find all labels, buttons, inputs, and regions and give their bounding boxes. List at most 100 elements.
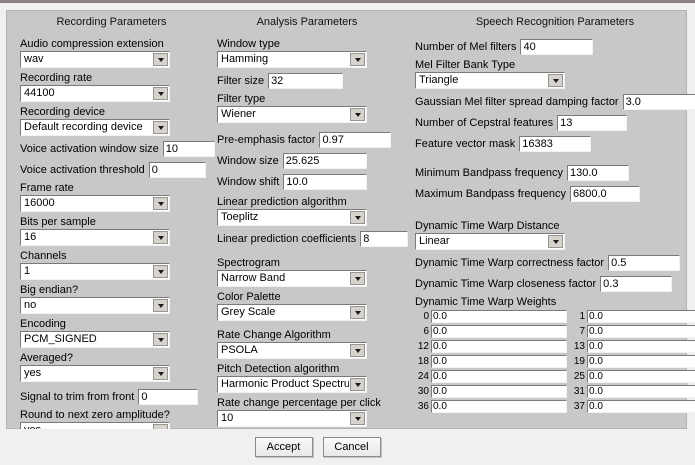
dtw-weight-cell: 19 xyxy=(571,355,695,368)
voice-activation-window-size-input[interactable] xyxy=(163,141,215,157)
combobox-arrow-icon[interactable] xyxy=(153,197,168,210)
dtw-weight-37-input[interactable] xyxy=(587,400,695,413)
field-label: Dynamic Time Warp Distance xyxy=(415,220,695,232)
dynamic-time-warp-closeness-factor-input[interactable] xyxy=(600,276,672,292)
dtw-weight-13-input[interactable] xyxy=(587,340,695,353)
signal-to-trim-from-front-input[interactable] xyxy=(138,389,198,405)
combobox-arrow-icon[interactable] xyxy=(548,74,563,87)
dtw-weight-6-input[interactable] xyxy=(431,325,567,338)
combobox-arrow-icon[interactable] xyxy=(350,211,365,224)
field-label: Dynamic Time Warp closeness factor xyxy=(415,278,596,290)
number-of-cepstral-features-input[interactable] xyxy=(557,115,627,131)
recording-device-group: Recording deviceDefault recording device xyxy=(20,106,203,136)
dtw-weight-18-input[interactable] xyxy=(431,355,567,368)
field-label: Mel Filter Bank Type xyxy=(415,59,695,71)
dtw-weight-30-input[interactable] xyxy=(431,385,567,398)
dtw-weight-31-input[interactable] xyxy=(587,385,695,398)
minimum-bandpass-frequency-input[interactable] xyxy=(567,165,629,181)
color-palette-combobox[interactable]: Grey Scale xyxy=(217,304,367,321)
dtw-weight-25-input[interactable] xyxy=(587,370,695,383)
frame-rate-combobox[interactable]: 16000 xyxy=(20,195,170,212)
dynamic-time-warp-distance-combobox[interactable]: Linear xyxy=(415,233,565,250)
combobox-arrow-icon[interactable] xyxy=(350,272,365,285)
dynamic-time-warp-correctness-factor-input[interactable] xyxy=(608,255,680,271)
chevron-down-icon xyxy=(158,270,164,274)
combobox-arrow-icon[interactable] xyxy=(153,87,168,100)
combobox-value: Linear xyxy=(416,234,547,249)
recording-device-combobox[interactable]: Default recording device xyxy=(20,119,170,136)
combobox-arrow-icon[interactable] xyxy=(350,53,365,66)
combobox-arrow-icon[interactable] xyxy=(153,231,168,244)
combobox-arrow-icon[interactable] xyxy=(548,235,563,248)
chevron-down-icon xyxy=(158,126,164,130)
dtw-weight-24-input[interactable] xyxy=(431,370,567,383)
audio-compression-extension-combobox[interactable]: wav xyxy=(20,51,170,68)
feature-vector-mask-input[interactable] xyxy=(519,136,591,152)
pre-emphasis-factor-input[interactable] xyxy=(319,132,391,148)
recording-parameters-column: Recording ParametersAudio compression ex… xyxy=(20,16,203,464)
dtw-weight-index: 19 xyxy=(571,356,585,367)
combobox-arrow-icon[interactable] xyxy=(350,412,365,425)
combobox-arrow-icon[interactable] xyxy=(350,378,365,391)
mel-filter-bank-type-combobox[interactable]: Triangle xyxy=(415,72,565,89)
combobox-arrow-icon[interactable] xyxy=(350,306,365,319)
combobox-arrow-icon[interactable] xyxy=(153,53,168,66)
linear-prediction-coefficients-input[interactable] xyxy=(360,231,408,247)
combobox-arrow-icon[interactable] xyxy=(153,367,168,380)
combobox-arrow-icon[interactable] xyxy=(350,344,365,357)
combobox-arrow-icon[interactable] xyxy=(153,121,168,134)
rate-change-algorithm-combobox[interactable]: PSOLA xyxy=(217,342,367,359)
field-label: Voice activation window size xyxy=(20,143,159,155)
dtw-weight-0-input[interactable] xyxy=(431,310,567,323)
filter-size-input[interactable] xyxy=(268,73,343,89)
dtw-weight-12-input[interactable] xyxy=(431,340,567,353)
maximum-bandpass-frequency-input[interactable] xyxy=(570,186,640,202)
combobox-value: 16 xyxy=(21,230,152,245)
accept-button[interactable]: Accept xyxy=(255,437,313,457)
field-label: Pitch Detection algorithm xyxy=(217,363,397,375)
column-title: Recording Parameters xyxy=(20,16,203,28)
combobox-value: PSOLA xyxy=(218,343,349,358)
combobox-value: Hamming xyxy=(218,52,349,67)
dynamic-time-warp-weights-section: Dynamic Time Warp Weights012345678910111… xyxy=(415,296,695,413)
dtw-weight-36-input[interactable] xyxy=(431,400,567,413)
combobox-arrow-icon[interactable] xyxy=(153,299,168,312)
cancel-button[interactable]: Cancel xyxy=(323,437,381,457)
field-label: Filter type xyxy=(217,93,397,105)
big-endian-combobox[interactable]: no xyxy=(20,297,170,314)
window-size-input[interactable] xyxy=(283,153,367,169)
linear-prediction-algorithm-combobox[interactable]: Toeplitz xyxy=(217,209,367,226)
field-label: Window type xyxy=(217,38,397,50)
rate-change-percentage-per-click-combobox[interactable]: 10 xyxy=(217,410,367,427)
number-of-mel-filters-input[interactable] xyxy=(520,39,593,55)
dialog-footer: Accept Cancel xyxy=(0,429,695,465)
field-label: Rate change percentage per click xyxy=(217,397,397,409)
voice-activation-threshold-input[interactable] xyxy=(149,162,206,178)
gaussian-mel-filter-spread-damping-factor-input[interactable] xyxy=(623,94,695,110)
chevron-down-icon xyxy=(355,216,361,220)
rate-change-percentage-per-click-group: Rate change percentage per click10 xyxy=(217,397,397,427)
dtw-weight-7-input[interactable] xyxy=(587,325,695,338)
spectrogram-combobox[interactable]: Narrow Band xyxy=(217,270,367,287)
window-type-combobox[interactable]: Hamming xyxy=(217,51,367,68)
combobox-arrow-icon[interactable] xyxy=(350,108,365,121)
averaged-combobox[interactable]: yes xyxy=(20,365,170,382)
dtw-weight-19-input[interactable] xyxy=(587,355,695,368)
window-shift-input[interactable] xyxy=(283,174,367,190)
encoding-combobox[interactable]: PCM_SIGNED xyxy=(20,331,170,348)
combobox-arrow-icon[interactable] xyxy=(153,265,168,278)
combobox-arrow-icon[interactable] xyxy=(153,333,168,346)
dtw-weight-1-input[interactable] xyxy=(587,310,695,323)
dtw-weight-index: 7 xyxy=(571,326,585,337)
dynamic-time-warp-distance-group: Dynamic Time Warp Distance Linear xyxy=(415,220,695,250)
chevron-down-icon xyxy=(355,277,361,281)
field-label: Recording rate xyxy=(20,72,203,84)
channels-combobox[interactable]: 1 xyxy=(20,263,170,280)
bits-per-sample-combobox[interactable]: 16 xyxy=(20,229,170,246)
filter-type-combobox[interactable]: Wiener xyxy=(217,106,367,123)
pitch-detection-algorithm-combobox[interactable]: Harmonic Product Spectrum xyxy=(217,376,367,393)
combobox-value: Toeplitz xyxy=(218,210,349,225)
recording-rate-combobox[interactable]: 44100 xyxy=(20,85,170,102)
field-label: Number of Cepstral features xyxy=(415,117,553,129)
dtw-weight-cell: 25 xyxy=(571,370,695,383)
